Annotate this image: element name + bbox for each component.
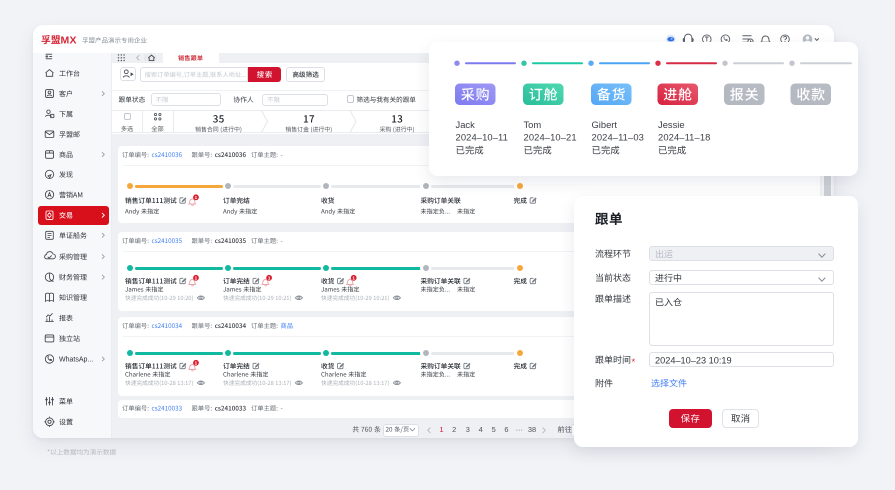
svg-text:*: * bbox=[632, 357, 636, 368]
svg-text:2024–10–23 10:19: 2024–10–23 10:19 bbox=[655, 355, 732, 365]
